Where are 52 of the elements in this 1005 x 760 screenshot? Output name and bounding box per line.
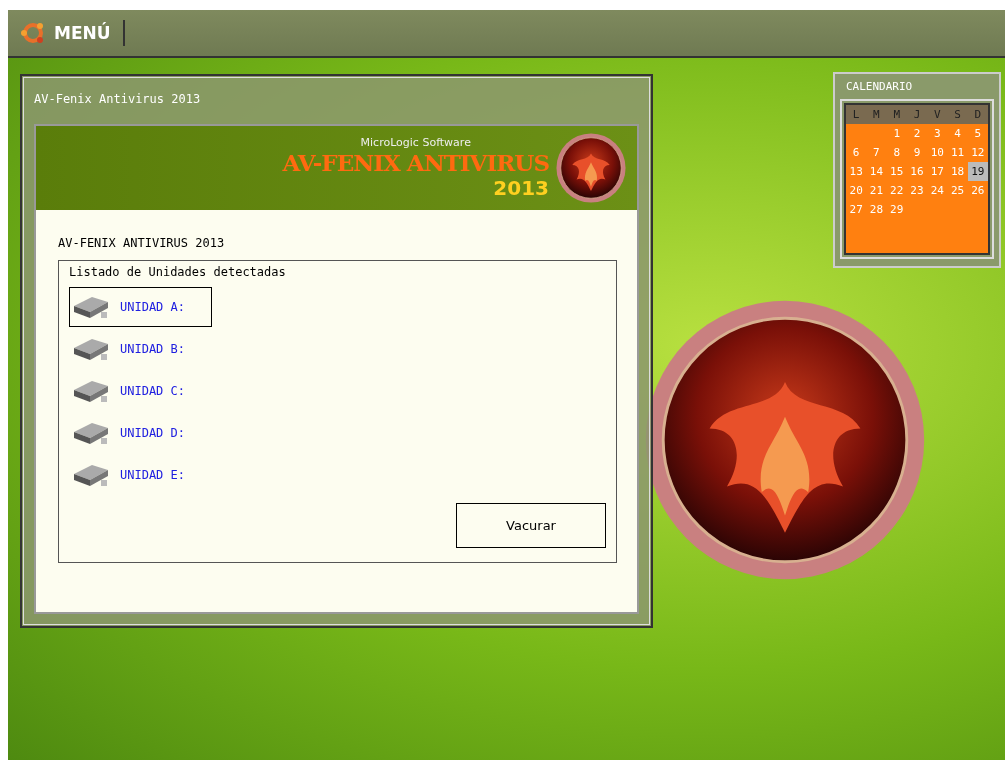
weekday-label: J	[906, 105, 928, 124]
calendar-day[interactable]: 16	[906, 162, 928, 181]
calendar-day[interactable]: 21	[866, 181, 887, 200]
weekday-label: M	[866, 105, 887, 124]
drive-item[interactable]: UNIDAD C:	[69, 371, 213, 411]
calendar-day[interactable]: 15	[886, 162, 907, 181]
logo-icon	[20, 20, 46, 46]
calendar-day[interactable]: 7	[866, 143, 887, 162]
drive-item[interactable]: UNIDAD D:	[69, 413, 213, 453]
product-year: 2013	[493, 176, 549, 200]
calendar-day[interactable]: 11	[947, 143, 968, 162]
phoenix-logo	[555, 132, 627, 204]
calendar-day[interactable]: 19	[967, 162, 988, 181]
calendar-day[interactable]: 17	[927, 162, 948, 181]
calendar-day[interactable]: 20	[846, 181, 867, 200]
calendar-day[interactable]: 24	[927, 181, 948, 200]
drive-item[interactable]: UNIDAD E:	[69, 455, 213, 495]
calendar-day[interactable]: 23	[906, 181, 928, 200]
calendar-day[interactable]: 27	[846, 200, 867, 219]
menu-button[interactable]: MENÚ	[8, 20, 125, 46]
calendar-day[interactable]: 29	[886, 200, 907, 219]
calendar-day[interactable]: 2	[906, 124, 928, 143]
calendar-day[interactable]: 28	[866, 200, 887, 219]
calendar-day[interactable]: 8	[886, 143, 907, 162]
window-title: AV-Fenix Antivirus 2013	[34, 92, 201, 106]
drive-item[interactable]: UNIDAD B:	[69, 329, 213, 369]
calendar-day[interactable]: 3	[927, 124, 948, 143]
app-heading: AV-FENIX ANTIVIRUS 2013	[58, 236, 226, 250]
calendar-day[interactable]: 14	[866, 162, 887, 181]
weekday-label: S	[947, 105, 968, 124]
calendar-day[interactable]: 12	[967, 143, 988, 162]
calendar-title: CALENDARIO	[846, 80, 914, 93]
weekday-label: D	[967, 105, 988, 124]
calendar-day[interactable]: 26	[967, 181, 988, 200]
weekday-label: V	[927, 105, 948, 124]
group-title: Listado de Unidades detectadas	[69, 265, 287, 279]
drive-item[interactable]: UNIDAD A:	[69, 287, 213, 327]
calendar-day[interactable]: 6	[846, 143, 867, 162]
company-name: MicroLogic Software	[360, 136, 471, 149]
product-name: AV-FENIX ANTIVIRUS	[282, 149, 549, 176]
calendar-day[interactable]: 5	[967, 124, 988, 143]
calendar-day[interactable]: 9	[906, 143, 928, 162]
calendar-day[interactable]: 22	[886, 181, 907, 200]
calendar-day[interactable]: 4	[947, 124, 968, 143]
calendar-day[interactable]: 18	[947, 162, 968, 181]
calendar-day[interactable]: 1	[886, 124, 907, 143]
calendar-day[interactable]: 13	[846, 162, 867, 181]
calendar-day[interactable]: 25	[947, 181, 968, 200]
vacurar-button[interactable]: Vacurar	[456, 503, 606, 548]
weekday-label: L	[846, 105, 867, 124]
weekday-label: M	[886, 105, 907, 124]
calendar-day[interactable]: 10	[927, 143, 948, 162]
